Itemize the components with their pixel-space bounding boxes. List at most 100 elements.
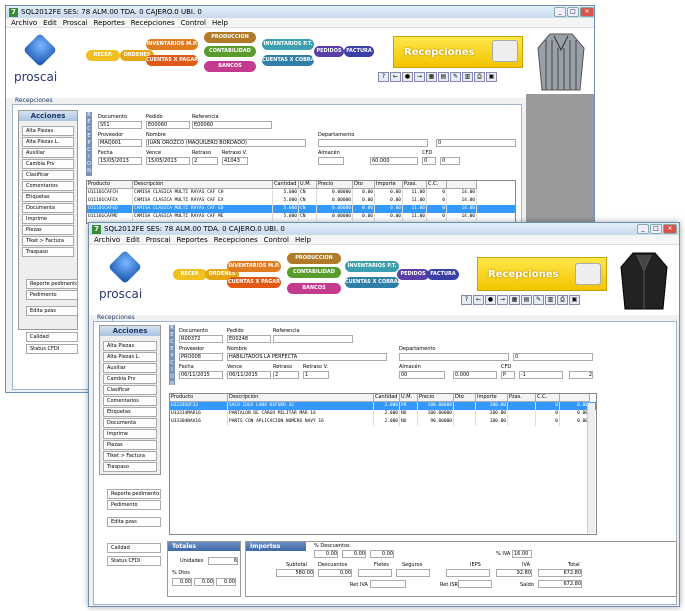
alta-piezas-button[interactable]: Alta Piezas xyxy=(103,341,157,351)
module-inventarios-pt[interactable]: INVENTARIOS P.T. xyxy=(345,261,399,272)
menu-control[interactable]: Control xyxy=(181,19,206,27)
table-icon[interactable]: ▥ xyxy=(462,72,473,82)
pedido-field[interactable]: E00060 xyxy=(146,121,190,129)
dto-field-3[interactable]: 0.00 xyxy=(216,578,236,586)
col-dto[interactable]: Dto xyxy=(454,394,476,402)
etiquetas-button[interactable]: Etiquetas xyxy=(103,407,157,417)
col-precio[interactable]: Precio xyxy=(418,394,454,402)
departamento-code[interactable]: 0 xyxy=(513,353,593,361)
back-icon[interactable]: ← xyxy=(390,72,401,82)
documenta-button[interactable]: Documenta xyxy=(103,418,157,428)
back-icon[interactable]: ← xyxy=(473,295,484,305)
cfd-field[interactable]: P xyxy=(501,371,515,379)
reporte-pedimento-button[interactable]: Reporte pedimento xyxy=(107,489,161,499)
search-icon[interactable]: ● xyxy=(402,72,413,82)
grid-scrollbar[interactable] xyxy=(587,403,595,533)
tiket-factura-button[interactable]: Tiket > Factura xyxy=(103,451,157,461)
seguros-field[interactable] xyxy=(396,569,430,577)
proveedor-field[interactable]: MAQ001 xyxy=(98,139,142,147)
module-produccion[interactable]: PRODUCCION xyxy=(204,32,256,43)
cambia-prv-button[interactable]: Cambia Prv xyxy=(22,159,74,169)
piezas-button[interactable]: Piezas xyxy=(22,225,74,235)
module-contabilidad[interactable]: CONTABILIDAD xyxy=(287,267,341,278)
vence-field[interactable]: 15/05/2013 xyxy=(146,157,190,165)
dto-field-2[interactable]: 0.00 xyxy=(194,578,214,586)
edit-icon[interactable]: ✎ xyxy=(450,72,461,82)
tiket-factura-button[interactable]: Tiket > Factura xyxy=(22,236,74,246)
col-dto[interactable]: Dto xyxy=(353,181,375,189)
menu-recepciones[interactable]: Recepciones xyxy=(214,236,258,244)
list-icon[interactable]: ▤ xyxy=(521,295,532,305)
status-cfdi-button[interactable]: Status CFDI xyxy=(107,556,161,566)
referencia-field[interactable] xyxy=(273,335,353,343)
retraso-v-field[interactable]: 41043 xyxy=(222,157,248,165)
documenta-button[interactable]: Documenta xyxy=(22,203,74,213)
table-row[interactable]: U33314MAR16 PANTALON DE CARGO MILITAR MAR… xyxy=(170,410,596,418)
fecha-field[interactable]: 06/11/2015 xyxy=(179,371,223,379)
imprime-button[interactable]: Imprime xyxy=(22,214,74,224)
module-inventarios-pt[interactable]: INVENTARIOS P.T. xyxy=(262,39,314,50)
module-factura[interactable]: FACTURA xyxy=(344,46,374,57)
table-row-selected[interactable]: U11101CAFGD CAMISA CLASICA MULTI RAYAS CA… xyxy=(87,205,515,213)
almacen-field[interactable] xyxy=(318,157,344,165)
menu-edit[interactable]: Edit xyxy=(43,19,57,27)
retraso-field[interactable]: 2 xyxy=(192,157,218,165)
etiquetas-button[interactable]: Etiquetas xyxy=(22,192,74,202)
alta-piezas-l-button[interactable]: Alta Piezas L. xyxy=(22,137,74,147)
pedimento-button[interactable]: Pedimento xyxy=(26,290,78,300)
module-factura[interactable]: FACTURA xyxy=(427,269,459,280)
forward-icon[interactable]: → xyxy=(497,295,508,305)
documento-field[interactable]: S51 xyxy=(98,121,142,129)
piezas-button[interactable]: Piezas xyxy=(103,440,157,450)
window-icon[interactable]: ▣ xyxy=(569,295,580,305)
cfd-field-3[interactable]: 2 xyxy=(569,371,593,379)
menu-control[interactable]: Control xyxy=(264,236,289,244)
pedido-field[interactable]: E00248 xyxy=(227,335,271,343)
window-icon[interactable]: ▣ xyxy=(486,72,497,82)
edit-icon[interactable]: ✎ xyxy=(533,295,544,305)
table-row[interactable]: U11101CAFCH CAMISA CLASICA MULTI RAYAS CA… xyxy=(87,189,515,197)
print-icon[interactable]: ⎙ xyxy=(557,295,568,305)
col-cantidad[interactable]: Cantidad xyxy=(374,394,400,402)
pct-desc-3[interactable]: 0.00 xyxy=(370,550,394,558)
auxiliar-button[interactable]: Auxiliar xyxy=(22,148,74,158)
table-row[interactable]: U33304NAV16 PANTS CON APLICACION NUMERO N… xyxy=(170,418,596,426)
col-descripcion[interactable]: Descripción xyxy=(133,181,273,189)
calidad-button[interactable]: Calidad xyxy=(26,332,78,342)
col-um[interactable]: U.M. xyxy=(400,394,418,402)
col-pzas[interactable]: Pzas. xyxy=(403,181,427,189)
module-recep[interactable]: RECEP. xyxy=(173,269,207,280)
clasificar-button[interactable]: Clasificar xyxy=(103,385,157,395)
fecha-field[interactable]: 15/05/2013 xyxy=(98,157,142,165)
clasificar-button[interactable]: Clasificar xyxy=(22,170,74,180)
cfd-field[interactable]: 0 xyxy=(422,157,436,165)
fletes-field[interactable] xyxy=(358,569,392,577)
menu-help[interactable]: Help xyxy=(295,236,311,244)
departamento-field[interactable] xyxy=(399,353,509,361)
ieps-field[interactable] xyxy=(446,569,490,577)
table-row[interactable]: U11101CAFME CAMISA CLASICA MULTI RAYAS CA… xyxy=(87,213,515,221)
close-button[interactable]: ✕ xyxy=(663,224,677,234)
menu-proscai[interactable]: Proscai xyxy=(63,19,88,27)
calidad-button[interactable]: Calidad xyxy=(107,543,161,553)
list-icon[interactable]: ▤ xyxy=(438,72,449,82)
module-cuentas-pagar[interactable]: CUENTAS X PAGAR xyxy=(146,55,198,66)
module-pedidos[interactable]: PEDIDOS xyxy=(314,46,344,57)
imprime-button[interactable]: Imprime xyxy=(103,429,157,439)
table-icon[interactable]: ▥ xyxy=(545,295,556,305)
module-inventarios-mp[interactable]: INVENTARIOS M.P. xyxy=(146,39,198,50)
edita-pzas-button[interactable]: Edita pzas xyxy=(107,517,161,527)
menu-edit[interactable]: Edit xyxy=(126,236,140,244)
cfd-field-2[interactable]: -1 xyxy=(519,371,563,379)
menu-archivo[interactable]: Archivo xyxy=(11,19,37,27)
grid-icon[interactable]: ▦ xyxy=(509,295,520,305)
alta-piezas-l-button[interactable]: Alta Piezas L. xyxy=(103,352,157,362)
departamento-field[interactable] xyxy=(318,139,428,147)
referencia-field[interactable]: E00060 xyxy=(192,121,272,129)
window-front[interactable]: 7 SQL2012FE SES: 78 ALM.00 TDA. 0 CAJERO.… xyxy=(88,222,680,607)
almacen-field[interactable]: 00 xyxy=(399,371,445,379)
auxiliar-button[interactable]: Auxiliar xyxy=(103,363,157,373)
module-bancos[interactable]: BANCOS xyxy=(287,283,341,294)
nombre-field[interactable]: HABILITADOS LA PERFECTA xyxy=(227,353,387,361)
iva-pct-field[interactable]: 16.00 xyxy=(512,550,532,558)
